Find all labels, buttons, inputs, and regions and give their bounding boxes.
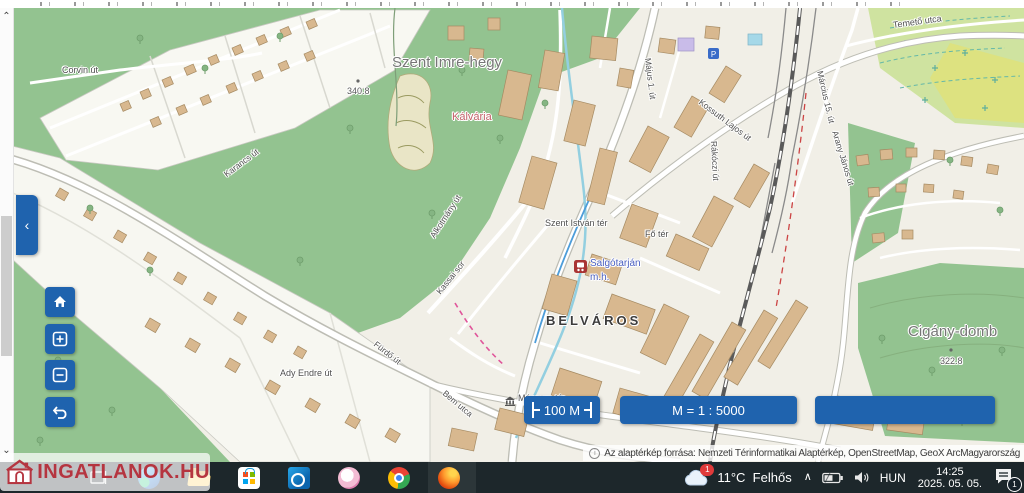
cutoff-text-remnants — [40, 2, 900, 6]
attribution-text: Az alaptérkép forrása: Nemzeti Térinform… — [604, 448, 1020, 459]
top-cutoff-strip — [0, 0, 1024, 8]
notification-count-badge: 1 — [1007, 477, 1022, 492]
volume-icon[interactable] — [854, 471, 870, 484]
outlook-icon[interactable] — [288, 467, 310, 489]
scale-bar-label: 100 M — [540, 403, 584, 418]
weather-condition: Felhős — [753, 470, 792, 485]
scale-ratio-label: M = 1 : 5000 — [672, 403, 745, 418]
scroll-up-arrow-icon[interactable]: ⌃ — [0, 10, 13, 24]
info-icon: i — [589, 448, 600, 459]
vertical-scrollbar[interactable]: ⌃ ⌄ — [0, 8, 14, 462]
chevron-left-icon: ‹ — [25, 217, 30, 233]
watermark-text: INGATLANOK.HU — [37, 461, 210, 484]
firefox-icon[interactable] — [438, 467, 460, 489]
map-canvas[interactable]: P Corvin útSzent Imre-hegy340.8KálváriaK… — [0, 8, 1024, 462]
clock-time: 14:25 — [918, 466, 982, 478]
scale-ratio-button[interactable]: M = 1 : 5000 — [620, 396, 797, 424]
sidebar-collapse-tab[interactable]: ‹ — [16, 195, 38, 255]
screen: P Corvin útSzent Imre-hegy340.8KálváriaK… — [0, 0, 1024, 493]
paint-app-icon[interactable] — [338, 467, 360, 489]
taskbar-tray: 1 11°C Felhős ∧ HUN 14:25 — [683, 462, 1016, 493]
plus-square-icon — [52, 331, 68, 347]
ingatlanok-watermark: INGATLANOK.HU — [0, 453, 210, 491]
clock-date: 2025. 05. 05. — [918, 478, 982, 490]
svg-text:P: P — [711, 50, 716, 59]
zoom-in-button[interactable] — [45, 324, 75, 354]
weather-temperature: 11°C — [717, 470, 745, 485]
home-button[interactable] — [45, 287, 75, 317]
system-tray: ∧ HUN — [804, 471, 906, 485]
clock[interactable]: 14:25 2025. 05. 05. — [918, 466, 982, 490]
weather-badge: 1 — [700, 464, 714, 476]
scale-bar-button[interactable]: 100 M — [524, 396, 600, 424]
house-logo-icon — [6, 457, 33, 487]
empty-blue-button[interactable] — [815, 396, 995, 424]
microsoft-store-icon[interactable] — [238, 467, 260, 489]
map-graphics: P — [0, 8, 1024, 462]
home-icon — [52, 294, 68, 310]
chrome-icon[interactable] — [388, 467, 410, 489]
minus-square-icon — [52, 367, 68, 383]
language-indicator[interactable]: HUN — [880, 471, 906, 485]
battery-icon[interactable] — [822, 472, 844, 484]
scrollbar-thumb[interactable] — [1, 216, 12, 356]
weather-widget[interactable]: 1 11°C Felhős — [683, 468, 791, 488]
undo-arrow-icon — [52, 405, 69, 420]
zoom-out-button[interactable] — [45, 360, 75, 390]
attribution-bar: i Az alaptérkép forrása: Nemzeti Térinfo… — [583, 445, 1024, 461]
tray-chevron-up-icon[interactable]: ∧ — [804, 470, 812, 483]
action-center-button[interactable]: 1 — [994, 467, 1016, 489]
back-extent-button[interactable] — [45, 397, 75, 427]
